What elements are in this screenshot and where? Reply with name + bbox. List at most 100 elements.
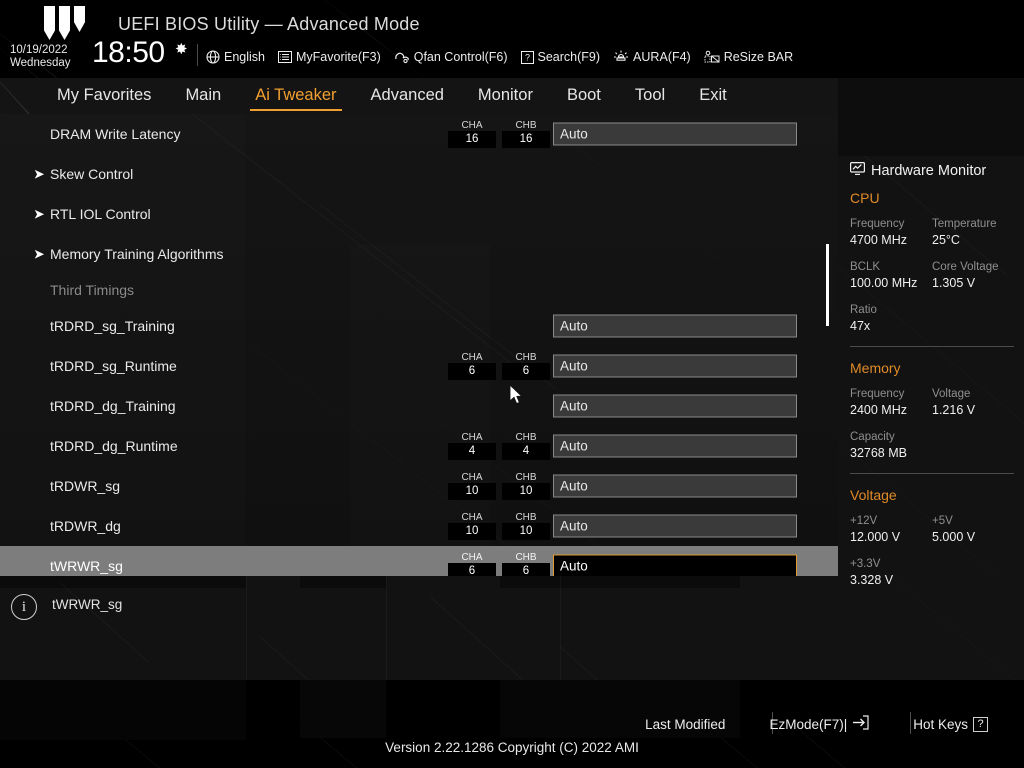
hwm-key: Core Voltage (932, 260, 1014, 275)
cha-value: 10 (448, 523, 496, 540)
section-title: CPU (850, 190, 1014, 206)
hwm-key: Frequency (850, 387, 932, 402)
row-label: Memory Training Algorithms (50, 246, 224, 262)
hwm-value: 1.305 V (932, 275, 1014, 292)
cha-value: 10 (448, 483, 496, 500)
chb-value: 10 (502, 483, 550, 500)
hwm-key: Capacity (850, 430, 932, 445)
table-row[interactable]: tRDRD_dg_Training Auto (0, 386, 838, 426)
svg-text:?: ? (525, 52, 530, 62)
header-toolbar: English MyFavorite(F3) Qfan Control(F6) … (206, 46, 793, 68)
table-row[interactable]: tRDRD_sg_Runtime CHA 6 CHB 6 Auto (0, 346, 838, 386)
table-row-selected[interactable]: tWRWR_sg CHA 6 CHB 6 Auto (0, 546, 838, 576)
hwm-key: +3.3V (850, 557, 932, 572)
hwm-value: 12.000 V (850, 529, 932, 546)
hwm-cell: Ratio 47x (850, 303, 932, 335)
tab-advanced[interactable]: Advanced (354, 82, 461, 110)
row-value-field[interactable]: Auto (553, 435, 797, 458)
globe-icon (206, 50, 220, 64)
header-item-aura[interactable]: AURA(F4) (613, 50, 691, 64)
main-nav-tabs: My Favorites Main Ai Tweaker Advanced Mo… (0, 78, 838, 114)
aura-light-icon (613, 50, 629, 64)
row-value-field[interactable]: Auto (553, 315, 797, 338)
hardware-monitor-title: Hardware Monitor (850, 162, 986, 179)
table-row[interactable]: ➤ Skew Control (0, 154, 838, 194)
group-header: Third Timings (0, 274, 838, 306)
tab-ai-tweaker[interactable]: Ai Tweaker (238, 82, 353, 110)
chb-value: 10 (502, 523, 550, 540)
gear-icon[interactable]: ✸ (175, 42, 190, 57)
settings-panel: DRAM Write Latency CHA 16 CHB 16 Auto ➤ … (0, 114, 838, 576)
hotkeys-button[interactable]: Hot Keys ? (891, 717, 1010, 732)
chb-caption: CHB (502, 552, 550, 563)
hwm-cell: Core Voltage 1.305 V (932, 260, 1014, 292)
channel-values: CHA 10 CHB 10 (448, 512, 550, 540)
question-box-icon: ? (521, 51, 534, 64)
chb-box: CHB 16 (502, 120, 550, 148)
top-header: UEFI BIOS Utility — Advanced Mode 10/19/… (0, 0, 1024, 78)
weekday-value: Wednesday (10, 57, 71, 70)
hwm-value: 4700 MHz (850, 232, 932, 249)
hwm-key: +12V (850, 514, 932, 529)
chb-value: 16 (502, 131, 550, 148)
cha-value: 6 (448, 363, 496, 380)
chb-caption: CHB (502, 472, 550, 483)
header-item-resize-bar[interactable]: ReSize BAR (704, 50, 793, 64)
chb-box: CHB 6 (502, 552, 550, 576)
row-value-field[interactable]: Auto (553, 123, 797, 146)
table-row[interactable]: tRDWR_dg CHA 10 CHB 10 Auto (0, 506, 838, 546)
header-item-english[interactable]: English (206, 50, 265, 64)
row-value-field[interactable]: Auto (553, 355, 797, 378)
tab-my-favorites[interactable]: My Favorites (40, 82, 168, 110)
hwm-value: 100.00 MHz (850, 275, 932, 292)
table-row[interactable]: DRAM Write Latency CHA 16 CHB 16 Auto (0, 114, 838, 154)
chb-value: 6 (502, 563, 550, 576)
submenu-arrow-icon: ➤ (34, 208, 46, 220)
ezmode-button[interactable]: EzMode(F7)| (747, 715, 891, 733)
row-value-field[interactable]: Auto (553, 395, 797, 418)
hwm-cell: Frequency 2400 MHz (850, 387, 932, 419)
row-label: tRDRD_sg_Runtime (50, 358, 177, 374)
hwm-value: 3.328 V (850, 572, 932, 589)
header-item-label: English (224, 50, 265, 64)
row-value-field[interactable]: Auto (553, 475, 797, 498)
section-title: Memory (850, 360, 1014, 376)
tab-monitor[interactable]: Monitor (461, 82, 550, 110)
tab-tool[interactable]: Tool (618, 82, 682, 110)
row-value-field-focused[interactable]: Auto (553, 555, 797, 577)
header-item-qfan-control[interactable]: Qfan Control(F6) (394, 50, 508, 64)
hwm-row: BCLK 100.00 MHz Core Voltage 1.305 V (850, 260, 1014, 292)
hwm-row: Frequency 4700 MHz Temperature 25°C (850, 217, 1014, 249)
row-value-field[interactable]: Auto (553, 515, 797, 538)
scrollbar-thumb[interactable] (826, 244, 829, 326)
tab-main[interactable]: Main (168, 82, 238, 110)
cha-box: CHA 4 (448, 432, 496, 460)
table-row[interactable]: tRDRD_dg_Runtime CHA 4 CHB 4 Auto (0, 426, 838, 466)
tab-exit[interactable]: Exit (682, 82, 744, 110)
header-item-myfavorite[interactable]: MyFavorite(F3) (278, 50, 381, 64)
bios-screen: UEFI BIOS Utility — Advanced Mode 10/19/… (0, 0, 1024, 768)
hwm-section-voltage: Voltage +12V 12.000 V +5V 5.000 V +3.3V … (850, 487, 1014, 589)
tab-boot[interactable]: Boot (550, 82, 618, 110)
hwm-cell: BCLK 100.00 MHz (850, 260, 932, 292)
section-title: Voltage (850, 487, 1014, 503)
hwm-section-memory: Memory Frequency 2400 MHz Voltage 1.216 … (850, 360, 1014, 462)
row-label: DRAM Write Latency (50, 126, 180, 142)
row-label: tRDRD_dg_Training (50, 398, 176, 414)
table-row[interactable]: tRDWR_sg CHA 10 CHB 10 Auto (0, 466, 838, 506)
cha-value: 6 (448, 563, 496, 576)
cha-box: CHA 6 (448, 352, 496, 380)
cha-value: 4 (448, 443, 496, 460)
tuf-logo (44, 6, 92, 46)
table-row[interactable]: tRDRD_sg_Training Auto (0, 306, 838, 346)
last-modified-label: Last Modified (645, 717, 725, 732)
version-text: Version 2.22.1286 Copyright (C) 2022 AMI (0, 740, 1024, 755)
row-label: tRDWR_dg (50, 518, 121, 534)
vertical-scrollbar[interactable] (824, 118, 830, 568)
channel-values: CHA 6 CHB 6 (448, 552, 550, 576)
last-modified-button[interactable]: Last Modified (623, 717, 747, 732)
table-row[interactable]: ➤ RTL IOL Control (0, 194, 838, 234)
hwm-key: Ratio (850, 303, 932, 318)
table-row[interactable]: ➤ Memory Training Algorithms (0, 234, 838, 274)
header-item-search[interactable]: ? Search(F9) (521, 50, 601, 64)
